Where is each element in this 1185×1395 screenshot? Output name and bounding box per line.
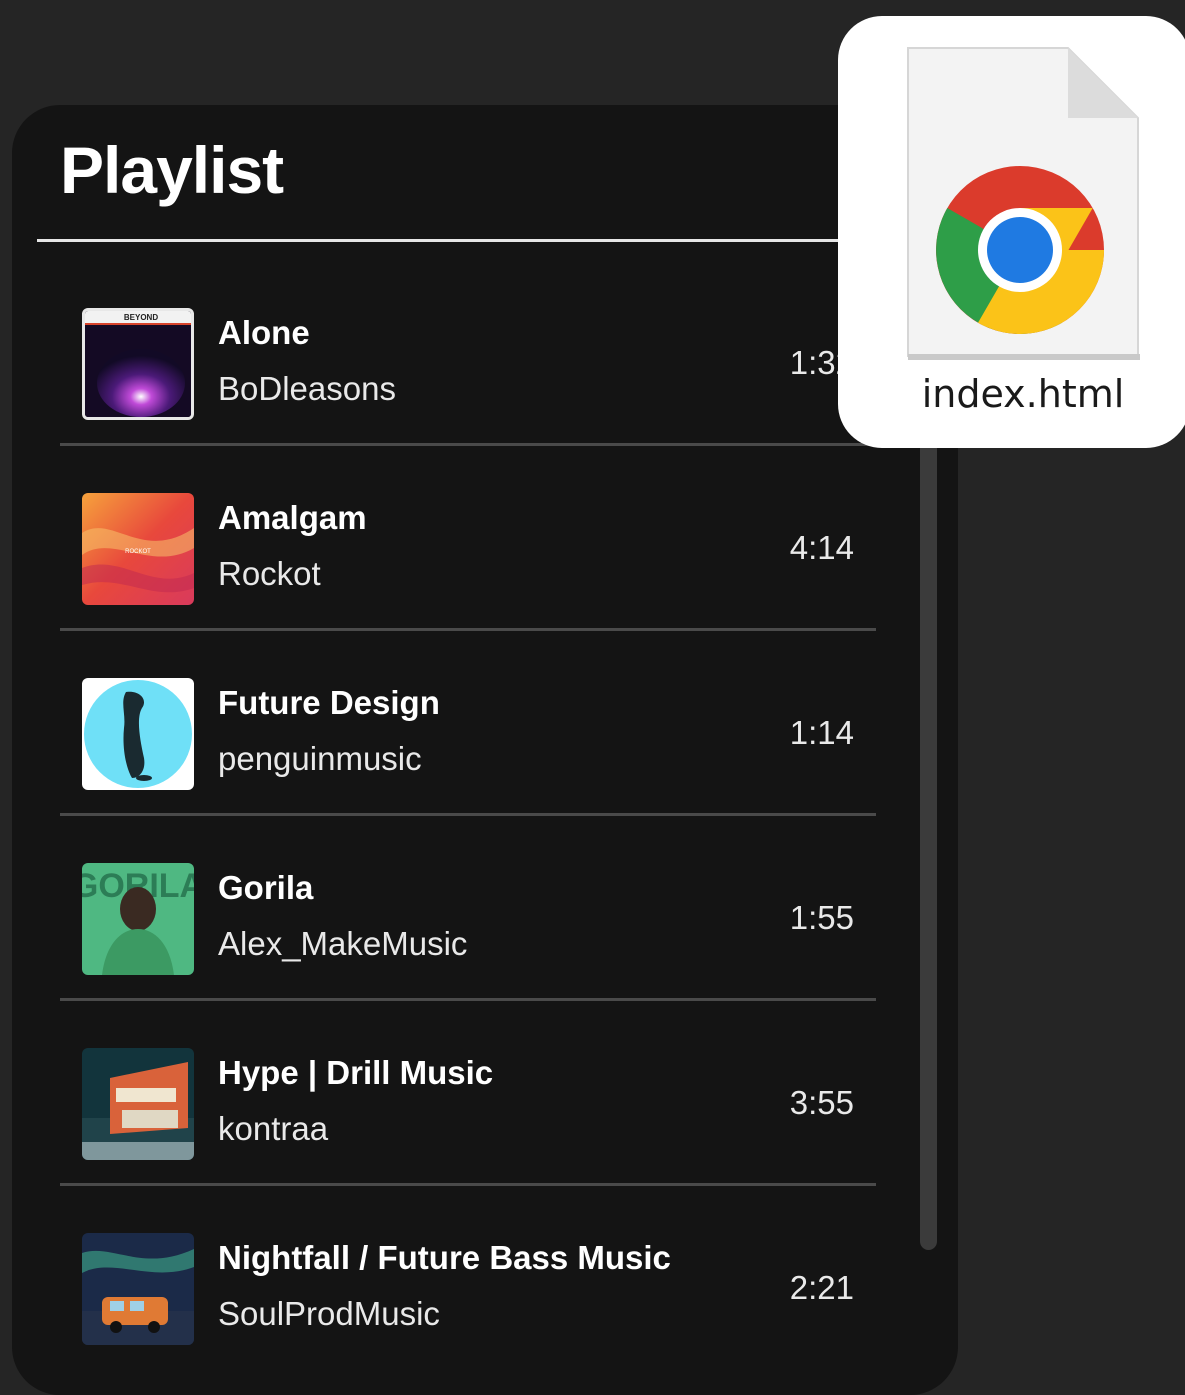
track-row[interactable]: Hype | Drill Music kontraa 3:55 [60, 1030, 876, 1215]
track-title: Nightfall / Future Bass Music [218, 1239, 671, 1276]
svg-text:ROCKOT: ROCKOT [125, 549, 151, 555]
album-art-amalgam: ROCKOT [82, 493, 194, 605]
album-cover [82, 1233, 194, 1345]
file-name-label: index.html [921, 372, 1125, 416]
track-row[interactable]: GORILA Gorila Alex_MakeMusic 1:55 [60, 845, 876, 1030]
playlist-title: Playlist [60, 133, 284, 207]
track-title: Gorila [218, 869, 314, 906]
track-title: Future Design [218, 684, 440, 721]
track-row[interactable]: ROCKOT Amalgam Rockot 4:14 [60, 475, 876, 660]
track-duration: 2:21 [789, 1269, 854, 1306]
track-list: BEYOND Alone BoDleasons 1:32 ROCKOT Amal… [60, 290, 876, 1395]
row-divider [60, 628, 876, 631]
track-title: Amalgam [218, 499, 367, 536]
row-divider [60, 1183, 876, 1186]
track-row[interactable]: BEYOND Alone BoDleasons 1:32 [60, 290, 876, 475]
album-cover: ROCKOT [82, 493, 194, 605]
playlist-panel: Playlist BEYOND Alone BoDleasons 1:32 RO… [12, 105, 958, 1395]
album-cover [82, 678, 194, 790]
track-duration: 4:14 [789, 529, 854, 566]
album-art-penguin [82, 678, 194, 790]
track-artist: penguinmusic [218, 740, 422, 777]
row-divider [60, 813, 876, 816]
track-artist: BoDleasons [218, 370, 396, 407]
track-duration: 3:55 [789, 1084, 854, 1121]
chrome-html-file-icon [907, 47, 1140, 360]
scrollbar-thumb[interactable] [920, 435, 937, 1250]
album-art-gorila: GORILA [82, 863, 194, 975]
track-artist: Alex_MakeMusic [218, 925, 468, 962]
track-title: Hype | Drill Music [218, 1054, 494, 1091]
svg-text:BEYOND: BEYOND [124, 313, 158, 322]
album-art-nightfall [82, 1233, 194, 1345]
album-art-beyond: BEYOND [85, 311, 191, 417]
track-duration: 1:55 [789, 899, 854, 936]
track-duration: 1:14 [789, 714, 854, 751]
album-cover: GORILA [82, 863, 194, 975]
album-art-hype [82, 1048, 194, 1160]
track-title: Alone [218, 314, 310, 351]
row-divider [60, 443, 876, 446]
track-row[interactable]: Future Design penguinmusic 1:14 [60, 660, 876, 845]
title-divider [37, 239, 917, 242]
track-artist: Rockot [218, 555, 321, 592]
album-cover: BEYOND [82, 308, 194, 420]
file-icon-card[interactable]: index.html [838, 16, 1185, 448]
row-divider [60, 998, 876, 1001]
track-artist: SoulProdMusic [218, 1295, 440, 1332]
track-row[interactable]: Nightfall / Future Bass Music SoulProdMu… [60, 1215, 876, 1395]
track-artist: kontraa [218, 1110, 329, 1147]
album-cover [82, 1048, 194, 1160]
